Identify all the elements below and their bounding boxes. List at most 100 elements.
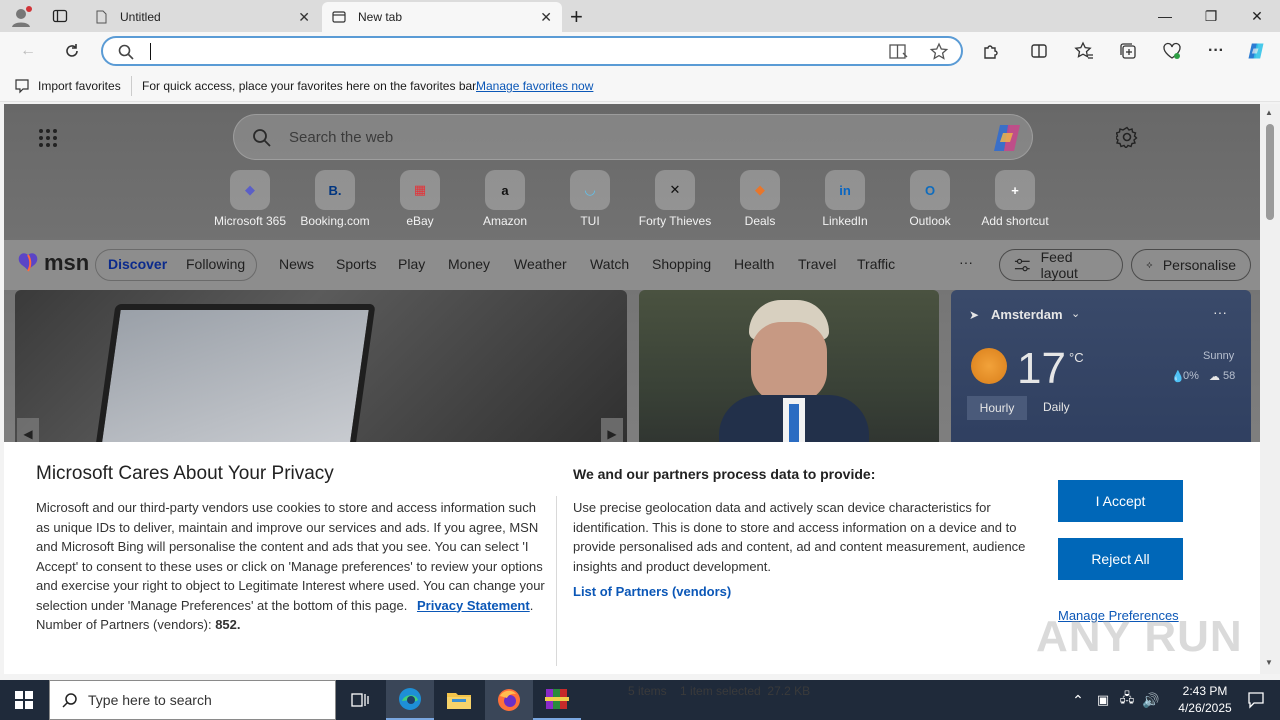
page-settings-button[interactable] (1114, 126, 1138, 150)
immersive-reader-icon[interactable] (889, 43, 909, 61)
weather-more-button[interactable]: ··· (1213, 304, 1227, 320)
favorites-button[interactable] (1074, 41, 1094, 61)
period: . (529, 597, 534, 613)
refresh-button[interactable] (62, 41, 82, 61)
partners-list-link[interactable]: List of Partners (vendors) (573, 584, 731, 599)
personalise-button[interactable]: Personalise (1131, 249, 1251, 281)
address-bar[interactable] (101, 36, 963, 66)
shortcut-label: Add shortcut (981, 214, 1049, 228)
chevron-down-icon[interactable]: ⌄ (1071, 307, 1080, 320)
minimize-button[interactable]: — (1142, 0, 1188, 32)
search-icon (62, 693, 77, 708)
scroll-up-arrow[interactable]: ▲ (1265, 108, 1273, 117)
msn-category-link[interactable]: Traffic (857, 256, 895, 272)
extensions-button[interactable] (981, 41, 1001, 61)
tab-new-tab[interactable]: New tab ✕ (322, 2, 562, 32)
tray-device-icon[interactable]: ▣ (1092, 680, 1114, 720)
taskbar-file-explorer-button[interactable] (435, 680, 483, 720)
msn-logo[interactable]: msn (16, 250, 89, 276)
shortcut-label: Deals (744, 214, 776, 228)
taskbar-firefox-button[interactable] (485, 680, 533, 720)
shortcut-tile[interactable]: a Amazon (462, 170, 548, 228)
back-button[interactable]: ← (18, 41, 38, 61)
restore-button[interactable]: ❐ (1188, 0, 1234, 32)
accept-button[interactable]: I Accept (1058, 480, 1183, 522)
shortcut-tile[interactable]: O Outlook (887, 170, 973, 228)
network-icon[interactable]: 🖧 (1116, 680, 1138, 720)
search-icon (118, 44, 134, 60)
copilot-button[interactable] (1246, 41, 1266, 61)
volume-icon[interactable]: 🔊 (1140, 680, 1162, 720)
manage-favorites-link[interactable]: Manage favorites now (476, 79, 593, 93)
close-tab-icon[interactable]: ✕ (298, 9, 310, 26)
scroll-thumb[interactable] (1266, 124, 1274, 220)
copilot-icon[interactable] (992, 123, 1024, 153)
weather-condition: Sunny (1203, 350, 1235, 362)
shortcut-icon: ▦ (400, 170, 440, 210)
reject-all-button[interactable]: Reject All (1058, 538, 1183, 580)
shortcut-tile[interactable]: ◆ Microsoft 365 (207, 170, 293, 228)
shortcut-icon: in (825, 170, 865, 210)
msn-category-link[interactable]: Sports (336, 256, 376, 272)
page-scrollbar[interactable]: ▲ ▼ (1260, 104, 1280, 674)
shortcut-tile[interactable]: ◆ Deals (717, 170, 803, 228)
import-favorites-button[interactable]: Import favorites (38, 79, 121, 93)
app-launcher-button[interactable] (38, 128, 58, 148)
taskbar-winrar-button[interactable] (533, 680, 581, 720)
page-icon (96, 10, 107, 24)
taskbar-edge-button[interactable] (386, 680, 434, 720)
tab-untitled[interactable]: Untitled ✕ (84, 2, 320, 32)
feed-layout-button[interactable]: Feed layout (999, 249, 1123, 281)
shortcut-icon: a (485, 170, 525, 210)
msn-category-link[interactable]: Play (398, 256, 425, 272)
collections-button[interactable] (1118, 41, 1138, 61)
msn-category-link[interactable]: Money (448, 256, 490, 272)
shortcut-label: Forty Thieves (638, 214, 712, 228)
shortcut-tile[interactable]: ▦ eBay (377, 170, 463, 228)
address-input[interactable] (149, 41, 869, 61)
msn-category-link[interactable]: Shopping (652, 256, 711, 272)
privacy-statement-link[interactable]: Privacy Statement (417, 598, 530, 613)
weather-card[interactable]: ➤ Amsterdam ⌄ ··· 17 °C Sunny 💧 0% ☁ 58 … (951, 290, 1251, 450)
split-screen-button[interactable] (1029, 41, 1049, 61)
msn-category-link[interactable]: Weather (514, 256, 567, 272)
show-hidden-icons-button[interactable]: ⌃ (1066, 680, 1090, 720)
close-window-button[interactable]: ✕ (1234, 0, 1280, 32)
tab-discover[interactable]: Discover (108, 256, 167, 272)
task-view-button[interactable] (336, 680, 384, 720)
new-tab-button[interactable]: + (570, 4, 583, 30)
shortcut-tile[interactable]: ◡ TUI (547, 170, 633, 228)
shortcut-tile[interactable]: + Add shortcut (972, 170, 1058, 228)
partners-count: 852. (215, 617, 241, 632)
aqi-icon: ☁ (1209, 371, 1220, 383)
partners-count-label: Number of Partners (vendors): (36, 617, 212, 632)
shortcut-label: LinkedIn (822, 214, 868, 228)
windows-logo-icon (15, 691, 33, 709)
tab-actions-button[interactable] (52, 8, 70, 24)
more-categories-button[interactable]: ··· (959, 254, 973, 270)
hero-news-card[interactable]: ◀ ▶ (15, 290, 627, 450)
start-button[interactable] (0, 680, 48, 720)
tab-hourly[interactable]: Hourly (967, 396, 1027, 420)
browser-essentials-button[interactable] (1162, 41, 1182, 61)
tab-following[interactable]: Following (186, 256, 245, 272)
notifications-button[interactable] (1232, 680, 1280, 720)
tab-daily[interactable]: Daily (1043, 400, 1070, 414)
shortcut-tile[interactable]: B. Booking.com (292, 170, 378, 228)
msn-category-link[interactable]: Watch (590, 256, 629, 272)
favorite-star-icon[interactable] (929, 42, 949, 62)
profile-avatar[interactable] (10, 6, 32, 28)
scroll-down-arrow[interactable]: ▼ (1265, 658, 1273, 667)
msn-category-link[interactable]: Travel (798, 256, 836, 272)
news-photo-card[interactable] (639, 290, 939, 450)
msn-category-link[interactable]: News (279, 256, 314, 272)
weather-city[interactable]: Amsterdam (991, 307, 1063, 322)
taskbar-search-box[interactable]: Type here to search (49, 680, 336, 720)
shortcut-tile[interactable]: in LinkedIn (802, 170, 888, 228)
shortcut-tile[interactable]: ✕ Forty Thieves (632, 170, 718, 228)
settings-more-button[interactable]: ··· (1206, 41, 1226, 61)
web-search-box[interactable]: Search the web (233, 114, 1033, 160)
msn-category-link[interactable]: Health (734, 256, 774, 272)
close-tab-icon[interactable]: ✕ (540, 9, 552, 26)
feed-layout-label: Feed layout (1040, 249, 1078, 281)
